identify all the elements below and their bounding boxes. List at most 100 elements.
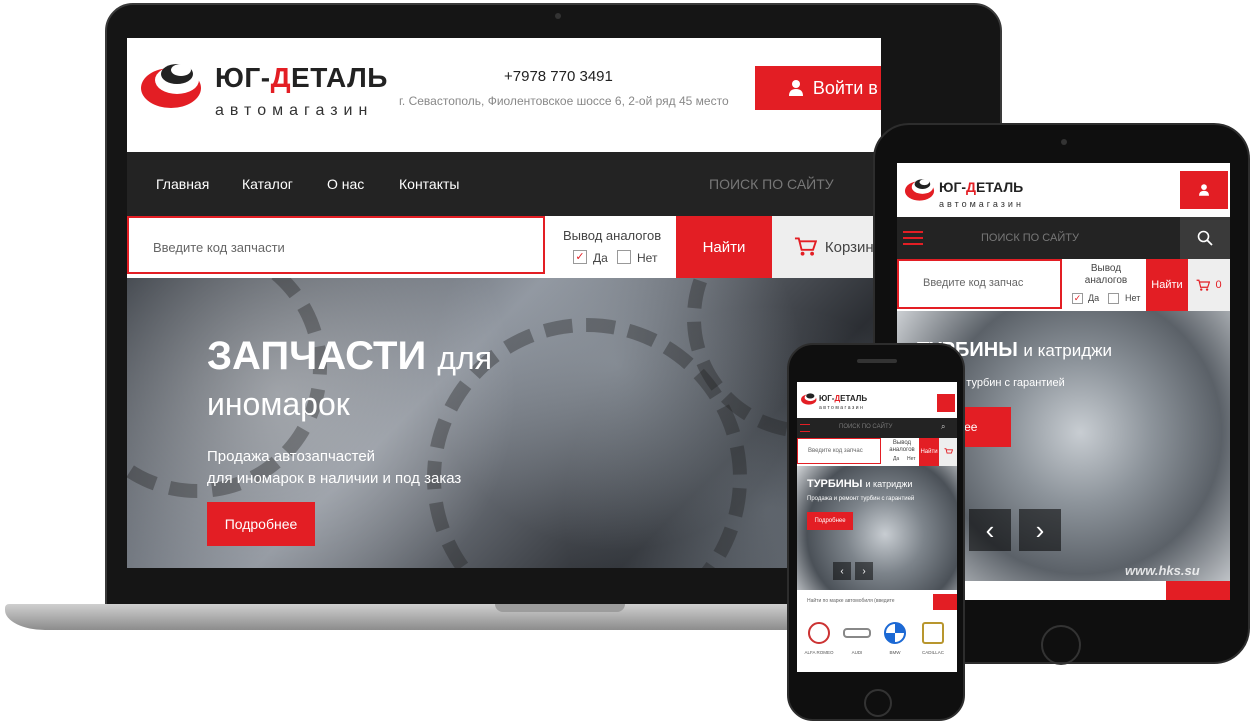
- slider-prev-button[interactable]: ‹: [969, 509, 1011, 551]
- phone-speaker: [857, 359, 897, 363]
- find-button[interactable]: Найти: [919, 438, 939, 466]
- find-by-brand-bar: Найти по марке автомобиля (введите: [797, 594, 957, 610]
- hero-text: Продажа автозапчастей для иномарок в нали…: [207, 448, 462, 487]
- site-search-input[interactable]: ПОИСК ПО САЙТУ: [981, 232, 1079, 244]
- brand-cadillac[interactable]: CADILLAC: [915, 616, 951, 668]
- analogs-yes-label: Да: [593, 251, 608, 265]
- logo-icon[interactable]: [903, 173, 937, 203]
- cart-icon: [944, 448, 953, 454]
- nav-item-catalog[interactable]: Каталог: [242, 176, 293, 192]
- tablet-header: ЮГ-ДЕТАЛЬ автомагазин: [897, 163, 1230, 217]
- site-search-input[interactable]: ПОИСК ПО САЙТУ: [709, 176, 834, 192]
- analogs-yes-checkbox[interactable]: ✓: [573, 250, 587, 264]
- slider-prev-button[interactable]: ‹: [833, 562, 851, 580]
- search-icon[interactable]: ⌕: [941, 422, 945, 432]
- analogs-no-checkbox[interactable]: [617, 250, 631, 264]
- phone-nav: ПОИСК ПО САЙТУ ⌕: [797, 418, 957, 438]
- user-icon: [788, 80, 803, 96]
- logo-icon[interactable]: [137, 52, 207, 112]
- cart-icon: [794, 237, 817, 256]
- site-search-input[interactable]: ПОИСК ПО САЙТУ: [839, 424, 892, 430]
- logo-title: ЮГ-ДЕТАЛЬ: [215, 62, 388, 93]
- part-search-bar: Введите код запчасти Вывод аналогов ✓ Да…: [127, 216, 881, 278]
- tablet-home-button: [1041, 625, 1081, 665]
- cart-icon: [1197, 279, 1211, 291]
- brand-audi[interactable]: AUDI: [839, 616, 875, 668]
- slider-next-button[interactable]: ›: [855, 562, 873, 580]
- cadillac-logo-icon: [922, 622, 944, 644]
- search-button[interactable]: [1180, 217, 1230, 259]
- analogs-yes-checkbox[interactable]: ✓: [1072, 293, 1083, 304]
- laptop-notch: [495, 604, 625, 612]
- phone-home-button: [864, 689, 892, 717]
- login-button[interactable]: Войти в ЛК: [755, 66, 881, 110]
- analogs-no-label: Нет: [637, 251, 658, 265]
- cart-count: 0: [1215, 279, 1222, 291]
- phone-number[interactable]: +7978 770 3491: [504, 68, 613, 85]
- analogs-no-checkbox[interactable]: [1108, 293, 1119, 304]
- analogs-title: Вывод аналогов: [1084, 263, 1128, 286]
- address: г. Севастополь, Фиолентовское шоссе 6, 2…: [399, 94, 729, 108]
- part-code-input[interactable]: Введите код запчас: [897, 259, 1062, 309]
- hamburger-menu-icon[interactable]: [800, 424, 810, 432]
- hero-title: ЗАПЧАСТИ для иномарок: [207, 334, 493, 422]
- analogs-yes-label: Да: [1088, 293, 1100, 303]
- part-code-input[interactable]: Введите код запчас: [797, 438, 881, 464]
- hero-slider: ТУРБИНЫ и катриджи Продажа и ремонт турб…: [797, 466, 957, 590]
- brand-bmw[interactable]: BMW: [877, 616, 913, 668]
- user-button[interactable]: [937, 394, 955, 412]
- main-nav: Главная Каталог О нас Контакты ПОИСК ПО …: [127, 152, 881, 216]
- hero-title: ТУРБИНЫ и катриджи: [807, 478, 913, 490]
- brand-name: AUDI: [851, 650, 863, 655]
- desktop-screen: ЮГ-ДЕТАЛЬ автомагазин +7978 770 3491 г. …: [127, 38, 881, 568]
- analogs-title: Вывод аналогов: [563, 228, 662, 243]
- part-code-input[interactable]: Введите код запчасти: [127, 216, 545, 274]
- tablet-camera: [1061, 139, 1067, 145]
- hero-more-button[interactable]: Подробнее: [207, 502, 315, 546]
- site-header: ЮГ-ДЕТАЛЬ автомагазин +7978 770 3491 г. …: [127, 38, 881, 152]
- logo-title: ЮГ-ДЕТАЛЬ: [939, 179, 1024, 195]
- find-button[interactable]: Найти: [1146, 259, 1188, 311]
- hero-text: Продажа и ремонт турбин с гарантией: [807, 496, 915, 502]
- bmw-logo-icon: [884, 622, 906, 644]
- logo-subtitle: автомагазин: [939, 199, 1024, 209]
- tablet-nav: ПОИСК ПО САЙТУ: [897, 217, 1230, 259]
- login-button-label: Войти в ЛК: [812, 77, 881, 98]
- logo-subtitle: автомагазин: [819, 405, 865, 411]
- audi-logo-icon: [843, 628, 871, 638]
- analogs-no-label[interactable]: Нет: [907, 456, 916, 462]
- cart-button[interactable]: Корзина: [772, 216, 881, 278]
- analogs-yes-label[interactable]: Да: [893, 456, 899, 462]
- nav-item-contacts[interactable]: Контакты: [399, 176, 459, 192]
- find-by-brand-input[interactable]: Найти по марке автомобиля (введите: [807, 598, 895, 604]
- hero-more-button[interactable]: Подробнее: [807, 512, 853, 530]
- brand-name: ALFA ROMEO: [804, 650, 834, 655]
- find-by-brand-button[interactable]: [933, 594, 957, 610]
- phone-header: ЮГ-ДЕТАЛЬ автомагазин: [797, 382, 957, 418]
- brand-alfa-romeo[interactable]: ALFA ROMEO: [801, 616, 837, 668]
- analogs-no-label: Нет: [1125, 293, 1141, 303]
- part-search-bar: Введите код запчас Вывод аналогов Да Нет…: [797, 438, 957, 466]
- logo-subtitle: автомагазин: [215, 102, 374, 119]
- nav-item-about[interactable]: О нас: [327, 176, 364, 192]
- slider-next-button[interactable]: ›: [1019, 509, 1061, 551]
- analogs-title: Вывод аналогов: [889, 440, 915, 453]
- part-search-bar: Введите код запчас Вывод аналогов ✓ Да Н…: [897, 259, 1230, 311]
- laptop-camera: [555, 13, 561, 19]
- alfa-romeo-logo-icon: [808, 622, 830, 644]
- brand-name: BMW: [889, 650, 901, 655]
- brand-list: ALFA ROMEO AUDI BMW CADILLAC: [797, 616, 957, 668]
- logo-icon[interactable]: [800, 390, 818, 406]
- nav-item-home[interactable]: Главная: [156, 176, 209, 192]
- watermark: www.hks.su: [1125, 563, 1200, 578]
- brand-name: CADILLAC: [921, 650, 944, 655]
- hamburger-menu-icon[interactable]: [903, 231, 923, 245]
- hero-slider: ЗАПЧАСТИ для иномарок Продажа автозапчаст…: [127, 278, 881, 568]
- cart-button[interactable]: 0: [1188, 259, 1230, 311]
- user-icon: [1199, 184, 1209, 196]
- user-button[interactable]: [1180, 171, 1228, 209]
- find-button[interactable]: Найти: [676, 216, 772, 278]
- search-icon: [1197, 230, 1213, 246]
- device-mockup-stage: ЮГ-ДЕТАЛЬ автомагазин +7978 770 3491 г. …: [0, 0, 1259, 725]
- cart-button[interactable]: [939, 438, 957, 466]
